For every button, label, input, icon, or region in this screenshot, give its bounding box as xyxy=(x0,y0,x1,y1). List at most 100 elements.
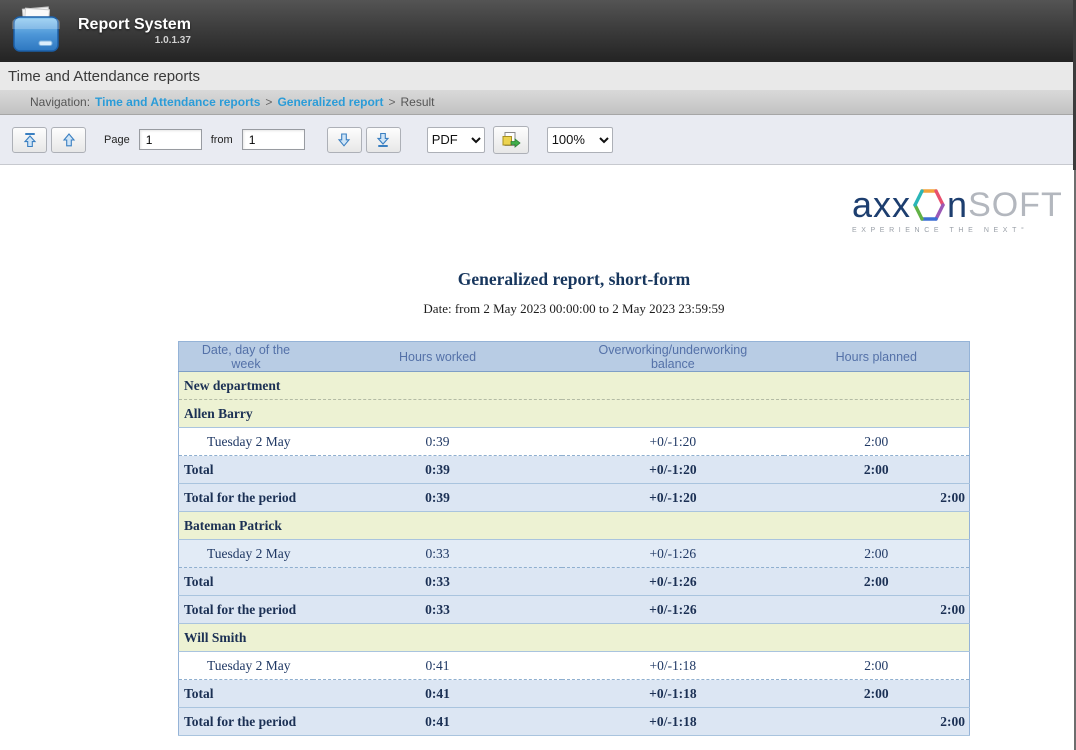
next-page-button[interactable] xyxy=(327,127,362,153)
table-header-row: Date, day of the week Hours worked Overw… xyxy=(179,342,970,372)
hours-worked-period: 0:39 xyxy=(313,484,562,512)
report-page: Generalized report, short-form Date: fro… xyxy=(178,165,970,736)
day-row: Tuesday 2 May 0:39 +0/-1:20 2:00 xyxy=(179,428,970,456)
current-page-input[interactable] xyxy=(139,129,202,150)
person-name: Bateman Patrick xyxy=(179,512,970,540)
day-row: Tuesday 2 May 0:41 +0/-1:18 2:00 xyxy=(179,652,970,680)
app-title-block: Report System 1.0.1.37 xyxy=(78,16,191,46)
period-total-row: Total for the period 0:41 +0/-1:18 2:00 xyxy=(179,708,970,736)
app-header: Report System 1.0.1.37 xyxy=(0,0,1076,62)
export-icon xyxy=(501,131,521,149)
total-row: Total 0:33 +0/-1:26 2:00 xyxy=(179,568,970,596)
hours-planned-value: 2:00 xyxy=(784,652,970,680)
person-name: Allen Barry xyxy=(179,400,970,428)
balance-period: +0/-1:26 xyxy=(562,596,783,624)
period-total-label: Total for the period xyxy=(179,484,313,512)
department-row: New department xyxy=(179,372,970,400)
hours-worked-value: 0:39 xyxy=(313,428,562,456)
breadcrumb-prefix: Navigation: xyxy=(30,95,90,109)
period-total-label: Total for the period xyxy=(179,596,313,624)
total-label: Total xyxy=(179,456,313,484)
balance-total: +0/-1:20 xyxy=(562,456,783,484)
hours-worked-total: 0:33 xyxy=(313,568,562,596)
hours-worked-value: 0:41 xyxy=(313,652,562,680)
report-date-range: Date: from 2 May 2023 00:00:00 to 2 May … xyxy=(178,301,970,317)
last-page-button[interactable] xyxy=(366,127,401,153)
last-page-icon xyxy=(375,132,391,148)
report-table: Date, day of the week Hours worked Overw… xyxy=(178,341,970,736)
period-total-row: Total for the period 0:39 +0/-1:20 2:00 xyxy=(179,484,970,512)
report-viewport: axx n SOFT EXPERIENCE THE NEXT° Generali… xyxy=(0,165,1076,749)
from-label: from xyxy=(211,134,233,146)
column-header-date: Date, day of the week xyxy=(179,342,313,372)
section-title: Time and Attendance reports xyxy=(8,68,200,85)
balance-period: +0/-1:18 xyxy=(562,708,783,736)
breadcrumb-link-generalized-report[interactable]: Generalized report xyxy=(277,95,383,109)
previous-page-button[interactable] xyxy=(51,127,86,153)
zoom-select[interactable]: 100% xyxy=(547,127,613,153)
logo-text-axx: axx xyxy=(852,187,911,223)
column-header-hours-planned: Hours planned xyxy=(784,342,970,372)
hexagon-o-icon xyxy=(913,188,945,222)
breadcrumb-separator: > xyxy=(265,95,272,109)
hours-planned-total: 2:00 xyxy=(784,568,970,596)
breadcrumb: Navigation: Time and Attendance reports … xyxy=(0,90,1076,115)
total-row: Total 0:41 +0/-1:18 2:00 xyxy=(179,680,970,708)
hours-worked-total: 0:39 xyxy=(313,456,562,484)
total-label: Total xyxy=(179,568,313,596)
app-title: Report System xyxy=(78,16,191,34)
page-label: Page xyxy=(104,134,130,146)
total-label: Total xyxy=(179,680,313,708)
total-row: Total 0:39 +0/-1:20 2:00 xyxy=(179,456,970,484)
hours-planned-period: 2:00 xyxy=(784,596,970,624)
balance-total: +0/-1:18 xyxy=(562,680,783,708)
hours-worked-value: 0:33 xyxy=(313,540,562,568)
logo-text-n: n xyxy=(947,187,968,223)
hours-worked-period: 0:33 xyxy=(313,596,562,624)
balance-value: +0/-1:26 xyxy=(562,540,783,568)
logo-text-soft: SOFT xyxy=(968,188,1063,222)
hours-planned-value: 2:00 xyxy=(784,428,970,456)
section-bar: Time and Attendance reports xyxy=(0,62,1076,90)
person-row: Will Smith xyxy=(179,624,970,652)
person-name: Will Smith xyxy=(179,624,970,652)
first-page-icon xyxy=(22,132,38,148)
column-header-balance: Overworking/underworking balance xyxy=(562,342,783,372)
day-date: Tuesday 2 May xyxy=(179,428,313,456)
export-button[interactable] xyxy=(493,126,529,154)
department-name: New department xyxy=(179,372,970,400)
period-total-label: Total for the period xyxy=(179,708,313,736)
column-header-hours-worked: Hours worked xyxy=(313,342,562,372)
export-format-select[interactable]: PDF xyxy=(427,127,485,153)
report-toolbar: Page from PDF 100% xyxy=(0,115,1076,165)
hours-planned-total: 2:00 xyxy=(784,680,970,708)
report-folder-icon xyxy=(10,6,62,58)
hours-worked-period: 0:41 xyxy=(313,708,562,736)
logo-tagline: EXPERIENCE THE NEXT° xyxy=(852,227,1066,234)
first-page-button[interactable] xyxy=(12,127,47,153)
hours-planned-period: 2:00 xyxy=(784,708,970,736)
previous-page-icon xyxy=(61,132,77,148)
hours-planned-total: 2:00 xyxy=(784,456,970,484)
balance-value: +0/-1:18 xyxy=(562,652,783,680)
hours-worked-total: 0:41 xyxy=(313,680,562,708)
balance-value: +0/-1:20 xyxy=(562,428,783,456)
day-date: Tuesday 2 May xyxy=(179,652,313,680)
person-row: Allen Barry xyxy=(179,400,970,428)
app-version: 1.0.1.37 xyxy=(155,35,191,46)
axxonsoft-wordmark: axx n SOFT xyxy=(852,187,1066,223)
report-title: Generalized report, short-form xyxy=(178,269,970,290)
breadcrumb-link-reports[interactable]: Time and Attendance reports xyxy=(95,95,260,109)
period-total-row: Total for the period 0:33 +0/-1:26 2:00 xyxy=(179,596,970,624)
hours-planned-value: 2:00 xyxy=(784,540,970,568)
day-row: Tuesday 2 May 0:33 +0/-1:26 2:00 xyxy=(179,540,970,568)
breadcrumb-current: Result xyxy=(400,95,434,109)
person-row: Bateman Patrick xyxy=(179,512,970,540)
axxonsoft-logo: axx n SOFT EXPERIENCE THE NEXT° xyxy=(852,187,1066,234)
day-date: Tuesday 2 May xyxy=(179,540,313,568)
balance-period: +0/-1:20 xyxy=(562,484,783,512)
total-pages-input[interactable] xyxy=(242,129,305,150)
balance-total: +0/-1:26 xyxy=(562,568,783,596)
breadcrumb-separator: > xyxy=(388,95,395,109)
next-page-icon xyxy=(336,132,352,148)
